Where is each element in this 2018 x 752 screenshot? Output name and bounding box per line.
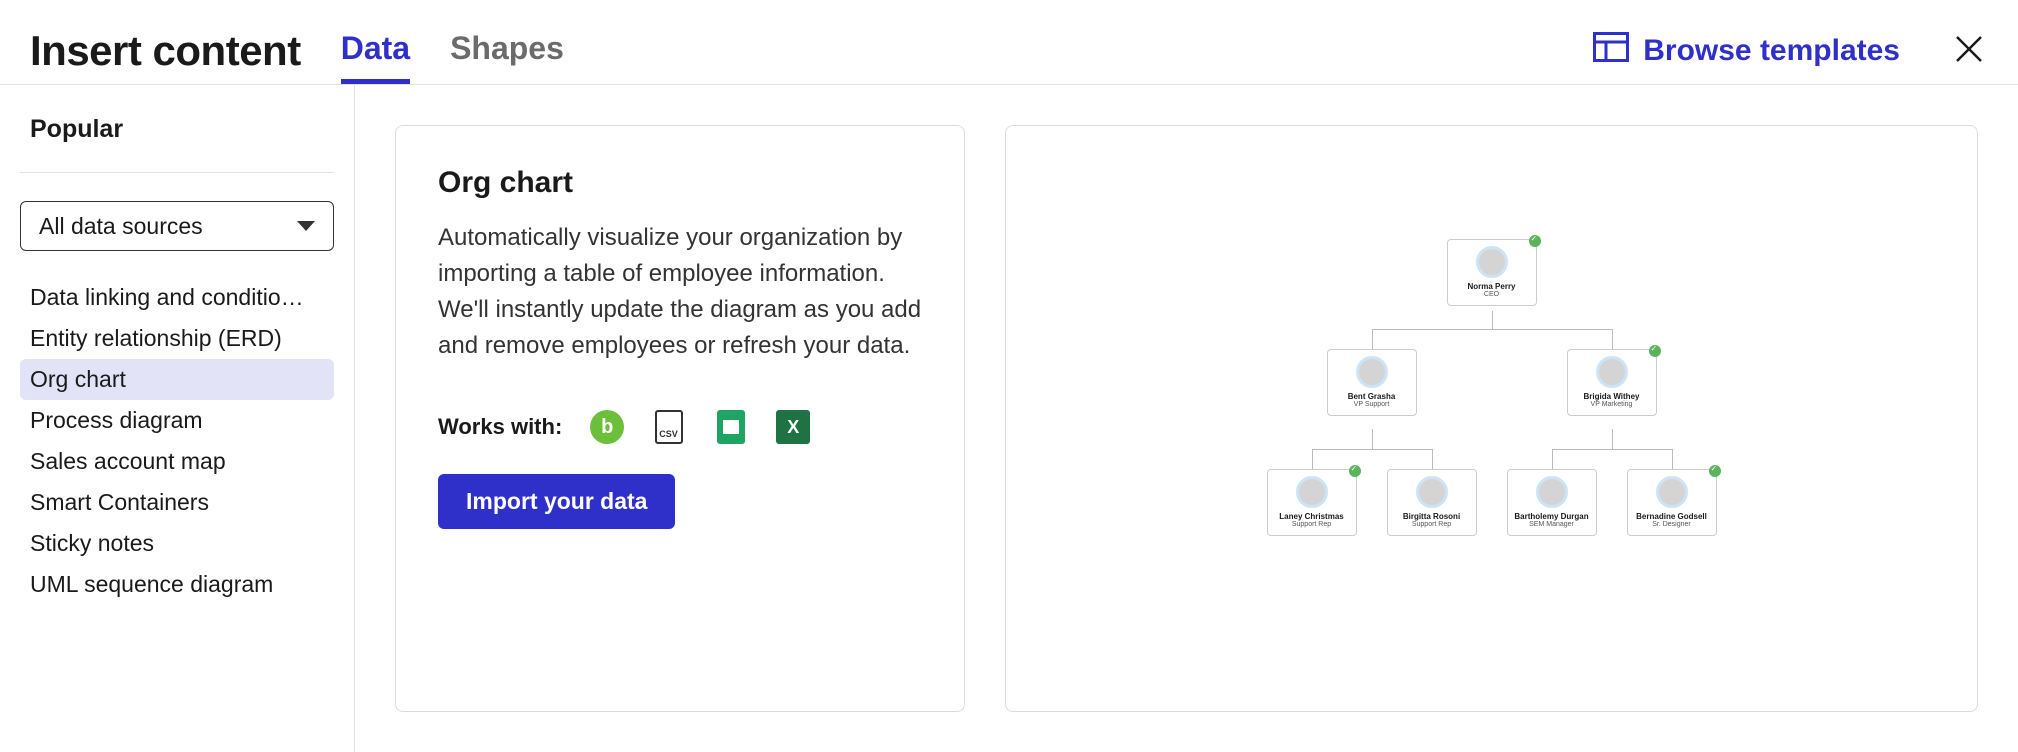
csv-icon <box>652 410 686 444</box>
import-data-button[interactable]: Import your data <box>438 474 675 529</box>
org-node: Birgitta Rosoni Support Rep <box>1387 469 1477 536</box>
org-chart-preview: Norma Perry CEO Bent Grasha VP Support B… <box>1252 229 1732 609</box>
avatar <box>1536 476 1568 508</box>
close-button[interactable] <box>1950 30 1988 73</box>
bamboohr-icon: b <box>590 410 624 444</box>
org-node: Norma Perry CEO <box>1447 239 1537 306</box>
org-node: Brigida Withey VP Marketing <box>1567 349 1657 416</box>
sidebar-item-smart-containers[interactable]: Smart Containers <box>20 482 334 523</box>
google-sheets-icon <box>714 410 748 444</box>
works-with-label: Works with: <box>438 414 562 440</box>
templates-icon <box>1593 32 1629 70</box>
org-node: Bent Grasha VP Support <box>1327 349 1417 416</box>
sidebar-item-sticky-notes[interactable]: Sticky notes <box>20 523 334 564</box>
check-badge-icon <box>1349 465 1361 477</box>
tab-data[interactable]: Data <box>341 18 410 84</box>
sidebar-item-uml-sequence[interactable]: UML sequence diagram <box>20 564 334 605</box>
avatar <box>1416 476 1448 508</box>
check-badge-icon <box>1529 235 1541 247</box>
detail-description: Automatically visualize your organizatio… <box>438 220 922 364</box>
browse-templates-link[interactable]: Browse templates <box>1593 32 1900 70</box>
excel-icon: X <box>776 410 810 444</box>
detail-panel: Org chart Automatically visualize your o… <box>395 125 965 712</box>
sidebar: Popular All data sources Data linking an… <box>0 85 355 752</box>
avatar <box>1596 356 1628 388</box>
sidebar-item-process-diagram[interactable]: Process diagram <box>20 400 334 441</box>
check-badge-icon <box>1649 345 1661 357</box>
data-source-select-value: All data sources <box>39 213 203 240</box>
sidebar-item-data-linking[interactable]: Data linking and conditio… <box>20 277 334 318</box>
sidebar-item-sales-account-map[interactable]: Sales account map <box>20 441 334 482</box>
check-badge-icon <box>1709 465 1721 477</box>
avatar <box>1656 476 1688 508</box>
detail-title: Org chart <box>438 166 922 200</box>
avatar <box>1296 476 1328 508</box>
main-content: Org chart Automatically visualize your o… <box>355 85 2018 752</box>
org-node: Bernadine Godsell Sr. Designer <box>1627 469 1717 536</box>
dialog-header: Insert content Data Shapes Browse templa… <box>0 0 2018 85</box>
sidebar-heading: Popular <box>20 115 334 173</box>
sidebar-list: Data linking and conditio… Entity relati… <box>20 277 334 605</box>
avatar <box>1356 356 1388 388</box>
org-node: Bartholemy Durgan SEM Manager <box>1507 469 1597 536</box>
data-source-select[interactable]: All data sources <box>20 201 334 251</box>
chevron-down-icon <box>297 221 315 231</box>
dialog-title: Insert content <box>30 27 301 75</box>
org-node: Laney Christmas Support Rep <box>1267 469 1357 536</box>
tab-shapes[interactable]: Shapes <box>450 18 564 84</box>
browse-templates-label: Browse templates <box>1643 34 1900 68</box>
header-tabs: Data Shapes <box>341 18 564 84</box>
sidebar-item-org-chart[interactable]: Org chart <box>20 359 334 400</box>
avatar <box>1476 246 1508 278</box>
works-with-row: Works with: b X <box>438 410 922 444</box>
preview-panel: Norma Perry CEO Bent Grasha VP Support B… <box>1005 125 1978 712</box>
sidebar-item-erd[interactable]: Entity relationship (ERD) <box>20 318 334 359</box>
